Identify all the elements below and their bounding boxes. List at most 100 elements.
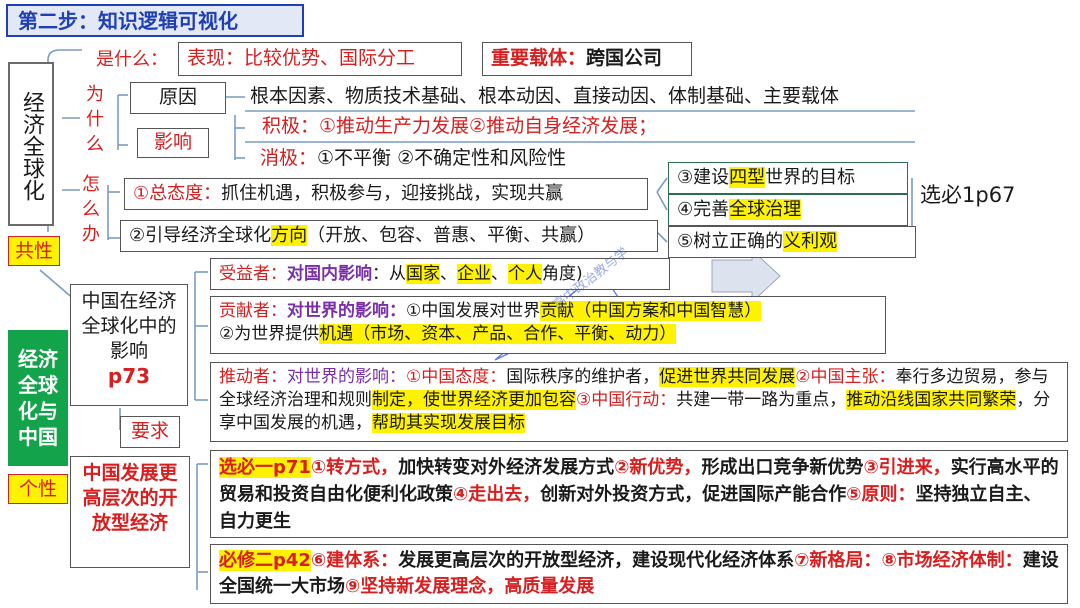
four-type-a: ③建设 (677, 167, 730, 188)
selective-one-t2: 形成出口竞争新优势 (701, 457, 864, 478)
selective-one-s1: ①转方式， (310, 457, 399, 478)
beneficiary-hl-3: 个人 (508, 264, 542, 284)
promoter-s2: ②中国主张： (795, 367, 896, 387)
promoter-s1: ①中国态度： (406, 367, 507, 387)
selective-one-s5: ⑤原则： (846, 484, 916, 505)
beneficiary-title: 对国内影响 (287, 264, 372, 284)
main-line-2: 全球 (18, 373, 58, 397)
beneficiary-sep-1: 、 (440, 264, 457, 284)
guide-text-b: （开放、包容、普惠、平衡、共赢） (307, 225, 596, 246)
promoter-h2: 制定，使世界经济更加包容 (372, 390, 576, 410)
compulsory-two-box: 必修二p42⑥建体系：发展更高层次的开放型经济，建设现代化经济体系⑦新格局：⑧市… (210, 544, 1068, 604)
contributor-box: 贡献者：对世界的影响：①中国发展对世界贡献（中国方案和中国智慧） ②为世界提供机… (210, 296, 886, 354)
compulsory-two-s6: ⑥建体系： (310, 550, 399, 571)
beneficiary-label: 受益者： (219, 264, 287, 284)
page-title: 第二步：知识逻辑可视化 (6, 4, 304, 37)
justice-interest-box: ⑤树立正确的义利观 (668, 226, 916, 258)
manifestation-box: 表现：比较优势、国际分工 (178, 42, 462, 76)
how-char-3: 办 (82, 224, 100, 245)
main-line-1: 经济 (18, 347, 58, 371)
how-char-2: 么 (82, 199, 100, 220)
economic-globalization-box: 经济全球化 (8, 62, 54, 226)
beneficiary-hl-2: 企业 (457, 264, 491, 284)
beneficiary-text-a: ：从 (372, 264, 406, 284)
global-governance-box: ④完善全球治理 (668, 194, 908, 226)
globalization-and-china-box: 经济 全球 化与 中国 (8, 330, 68, 466)
individuality-badge: 个性 (8, 474, 68, 504)
how-char-1: 怎 (82, 174, 100, 195)
compulsory-two-t9: 高质量发展 (504, 576, 595, 597)
promoter-h1: 促进世界共同发展 (659, 367, 796, 387)
selective-one-s2: ②新优势， (614, 457, 702, 478)
attitude-label: ①总态度： (133, 183, 222, 204)
what-label: 是什么： (96, 49, 168, 70)
justice-hl: 义利观 (783, 231, 838, 252)
contributor-line1-a: ①中国发展对世界 (406, 301, 541, 321)
why-char-3: 么 (86, 134, 104, 155)
selective-one-box: 选必一p71①转方式，加快转变对外经济发展方式②新优势，形成出口竞争新优势③引进… (210, 450, 1068, 538)
attitude-box: ①总态度：抓住机遇，积极参与，迎接挑战，实现共赢 (124, 178, 648, 210)
promoter-h3: 推动沿线国家共同繁荣 (846, 390, 1017, 410)
manifestation-label: 表现： (187, 47, 245, 69)
guide-direction-box: ②引导经济全球化方向（开放、包容、普惠、平衡、共赢） (120, 220, 658, 252)
positive-label: 积极： (262, 115, 320, 137)
compulsory-two-ref: 必修二p42 (219, 550, 311, 571)
contributor-label: 贡献者： (219, 301, 287, 321)
compulsory-two-s7: ⑦新格局： (794, 550, 882, 571)
compulsory-two-s9: ⑨坚持新发展理念， (345, 576, 505, 597)
promoter-t3: 共建一带一路为重点， (676, 390, 847, 410)
carrier-box: 重要载体：跨国公司 (482, 42, 692, 76)
main-line-4: 中国 (18, 425, 58, 449)
governance-hl: 全球治理 (729, 199, 802, 220)
promoter-box: 推动者：对世界的影响：①中国态度：国际秩序的维护者，促进世界共同发展②中国主张：… (210, 362, 1068, 442)
china-development-box: 中国发展更高层次的开放型经济 (70, 456, 190, 568)
contributor-line1-hl: 贡献（中国方案和中国智慧） (540, 301, 762, 321)
four-type-hl: 四型 (729, 167, 766, 188)
main-line-3: 化与 (18, 399, 58, 423)
china-influence-box: 中国在经济全球化中的影响 p73 (70, 284, 188, 406)
why-label: 为 什 么 (84, 82, 106, 157)
four-type-world-box: ③建设四型世界的目标 (668, 162, 908, 194)
promoter-s3: ③中国行动： (576, 390, 677, 410)
negative-row: 消极：①不平衡 ②不确定性和风险性 (260, 146, 566, 171)
guide-text-a: ②引导经济全球化 (129, 225, 272, 246)
selective-one-t1: 加快转变对外经济发展方式 (398, 457, 615, 478)
compulsory-two-s8: ⑧市场经济体制： (881, 550, 1023, 571)
promoter-label: 推动者： (219, 367, 287, 387)
beneficiary-sep-2: 、 (491, 264, 508, 284)
negative-label: 消极： (260, 147, 318, 169)
promoter-title: 对世界的影响： (287, 367, 406, 387)
commonality-badge: 共性 (8, 236, 60, 266)
justice-a: ⑤树立正确的 (677, 231, 784, 252)
influence-box: 影响 (137, 128, 209, 158)
contributor-title: 对世界的影响： (287, 301, 406, 321)
beneficiary-hl-1: 国家 (406, 264, 440, 284)
manifestation-text: 比较优势、国际分工 (244, 47, 416, 69)
selective-one-t4: 创新对外投资方式，促进国际产能合作 (540, 484, 847, 505)
guide-highlight: 方向 (271, 225, 308, 246)
positive-row: 积极：①推动生产力发展②推动自身经济发展； (262, 114, 657, 139)
cause-text: 根本因素、物质技术基础、根本动因、直接动因、体制基础、主要载体 (250, 85, 840, 107)
negative-text: ①不平衡 ②不确定性和风险性 (317, 147, 567, 169)
positive-text: ①推动生产力发展②推动自身经济发展； (319, 115, 658, 137)
carrier-text: 跨国公司 (586, 47, 663, 69)
selective-one-s3: ③引进来， (863, 457, 951, 478)
attitude-text: 抓住机遇，积极参与，迎接挑战，实现共赢 (221, 183, 564, 204)
selective-one-s4: ④走出去， (453, 484, 541, 505)
compulsory-two-t6: 发展更高层次的开放型经济，建设现代化经济体系 (398, 550, 795, 571)
reference-xuanbi1: 选必1p67 (920, 183, 1016, 207)
economic-globalization-label: 经济全球化 (19, 91, 44, 201)
china-influence-text: 中国在经济全球化中的影响 (81, 290, 177, 362)
promoter-h4: 帮助其实现发展目标 (372, 413, 525, 433)
four-type-b: 世界的目标 (765, 167, 856, 188)
how-label: 怎 么 办 (80, 172, 102, 247)
contributor-line2-hl: 机遇（市场、资本、产品、合作、平衡、动力） (319, 324, 677, 344)
contributor-line2-a: ②为世界提供 (219, 324, 320, 344)
cause-box: 原因 (130, 82, 226, 114)
selective-one-ref: 选必一p71 (219, 457, 311, 478)
why-char-2: 什 (86, 109, 104, 130)
requirement-box: 要求 (120, 416, 180, 448)
why-char-1: 为 (86, 84, 104, 105)
china-influence-page: p73 (107, 364, 151, 388)
promoter-t1: 国际秩序的维护者， (506, 367, 660, 387)
